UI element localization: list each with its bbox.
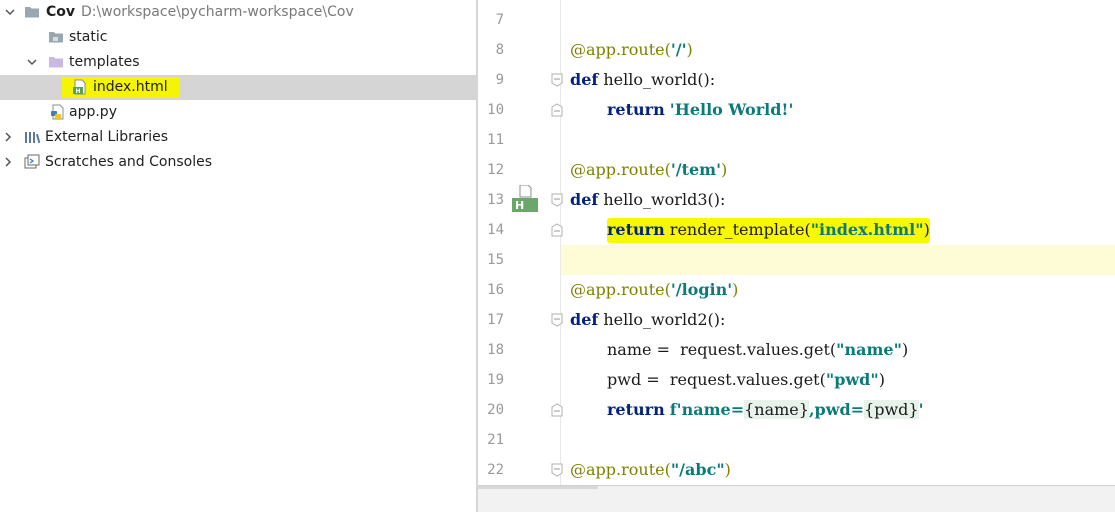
- tree-row-app-py[interactable]: app.py: [0, 100, 477, 125]
- line-number: 14: [487, 222, 504, 238]
- scrollbar-thumb[interactable]: [478, 486, 598, 489]
- code-line-18[interactable]: name = request.values.get("name"): [607, 335, 908, 365]
- line-number: 21: [487, 432, 504, 448]
- tree-row-root-cov[interactable]: Cov D:\workspace\pycharm-workspace\Cov: [0, 0, 477, 25]
- fold-marker-icon[interactable]: [550, 223, 564, 237]
- root-folder-label: Cov D:\workspace\pycharm-workspace\Cov: [46, 4, 354, 20]
- fold-marker-icon[interactable]: [550, 193, 564, 207]
- line-number: 7: [495, 12, 504, 28]
- fold-marker-icon[interactable]: [550, 403, 564, 417]
- html-file-icon: H: [73, 79, 86, 95]
- fold-marker-icon[interactable]: [550, 313, 564, 327]
- tree-item-label: External Libraries: [45, 129, 168, 145]
- code-line-13[interactable]: def hello_world3():: [570, 185, 725, 215]
- fold-marker-icon[interactable]: [550, 73, 564, 87]
- code-line-22[interactable]: @app.route("/abc"): [570, 455, 731, 485]
- line-number: 19: [487, 372, 504, 388]
- line-number: 10: [487, 102, 504, 118]
- tree-item-label: static: [69, 29, 108, 45]
- tree-item-label: index.html: [93, 79, 168, 95]
- scratches-icon: [24, 154, 40, 169]
- line-number: 15: [487, 252, 504, 268]
- tree-row-index-html[interactable]: H index.html: [0, 75, 477, 100]
- chevron-down-icon[interactable]: [4, 6, 16, 18]
- tree-row-external-libraries[interactable]: External Libraries: [0, 125, 477, 150]
- line-number: 13: [487, 192, 504, 208]
- tree-row-templates[interactable]: templates: [0, 50, 477, 75]
- highlight-mark: return render_template("index.html"): [607, 218, 930, 243]
- line-number: 9: [495, 72, 504, 88]
- project-tree-panel: Cov D:\workspace\pycharm-workspace\Cov st…: [0, 0, 477, 512]
- folder-icon: [49, 57, 63, 68]
- line-number: 18: [487, 342, 504, 358]
- folder-icon: [49, 32, 63, 43]
- code-line-12[interactable]: @app.route('/tem'): [570, 155, 727, 185]
- current-line-highlight: [561, 245, 1115, 275]
- tree-item-label: app.py: [69, 104, 117, 120]
- code-line-16[interactable]: @app.route('/login'): [570, 275, 738, 305]
- tree-row-scratches[interactable]: Scratches and Consoles: [0, 150, 477, 175]
- line-number: 11: [487, 132, 504, 148]
- line-number: 17: [487, 312, 504, 328]
- code-line-10[interactable]: return 'Hello World!': [607, 95, 793, 125]
- line-number: 12: [487, 162, 504, 178]
- code-line-17[interactable]: def hello_world2():: [570, 305, 725, 335]
- library-icon: [25, 132, 40, 144]
- code-line-9[interactable]: def hello_world():: [570, 65, 715, 95]
- line-number: 22: [487, 462, 504, 478]
- line-number: 8: [495, 42, 504, 58]
- code-line-8[interactable]: @app.route('/'): [570, 35, 693, 65]
- code-line-19[interactable]: pwd = request.values.get("pwd"): [607, 365, 885, 395]
- folder-icon: [25, 7, 39, 18]
- svg-text:H: H: [76, 88, 81, 95]
- template-badge-label: H: [515, 199, 525, 212]
- line-number: 16: [487, 282, 504, 298]
- line-number: 20: [487, 402, 504, 418]
- horizontal-scrollbar[interactable]: [478, 485, 1115, 512]
- chevron-down-icon[interactable]: [26, 56, 38, 68]
- fold-marker-icon[interactable]: [550, 103, 564, 117]
- chevron-right-icon[interactable]: [2, 156, 14, 168]
- tree-row-static[interactable]: static: [0, 25, 477, 50]
- tree-item-label: templates: [69, 54, 140, 70]
- code-line-14[interactable]: return render_template("index.html"): [607, 215, 930, 245]
- python-file-icon: [51, 104, 64, 120]
- chevron-right-icon[interactable]: [2, 131, 14, 143]
- tree-item-label: Scratches and Consoles: [45, 154, 212, 170]
- fold-marker-icon[interactable]: [550, 463, 564, 477]
- code-line-20[interactable]: return f'name={name},pwd={pwd}': [607, 395, 924, 425]
- code-editor[interactable]: 7 8 9 10 11 12 13 14 15 16 17 18 19 20 2…: [478, 0, 1115, 512]
